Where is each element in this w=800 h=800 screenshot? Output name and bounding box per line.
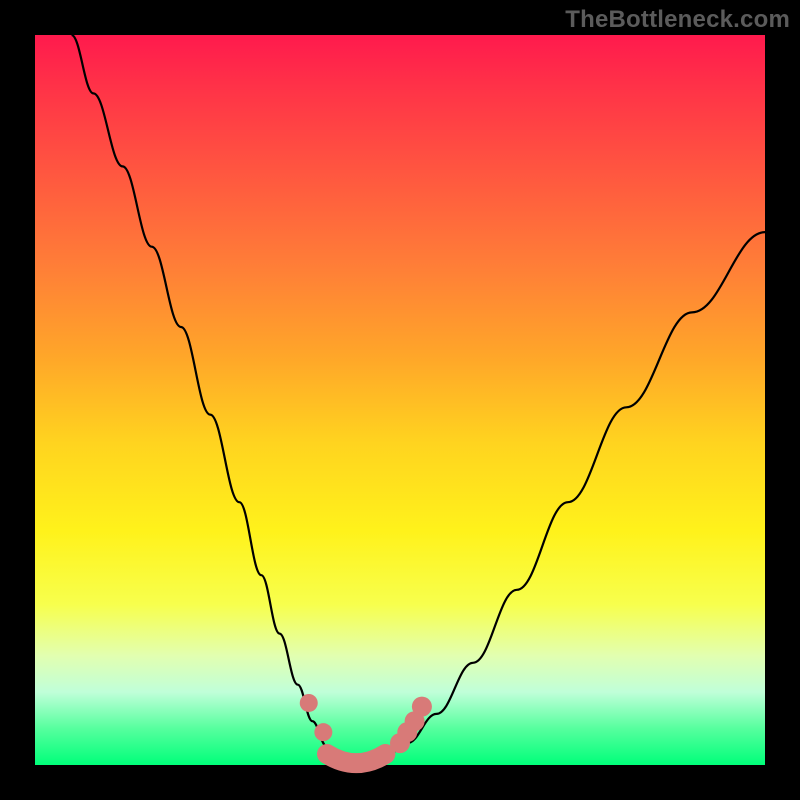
watermark-text: TheBottleneck.com — [565, 6, 790, 34]
plot-area — [35, 35, 765, 765]
bottleneck-curve — [35, 35, 765, 765]
minimum-band — [327, 754, 385, 763]
marker-dot — [314, 723, 332, 741]
marker-dot — [300, 694, 318, 712]
curve-path — [72, 35, 766, 765]
marker-dot — [412, 697, 432, 717]
marker-group — [300, 694, 432, 753]
chart-frame: TheBottleneck.com — [0, 0, 800, 800]
